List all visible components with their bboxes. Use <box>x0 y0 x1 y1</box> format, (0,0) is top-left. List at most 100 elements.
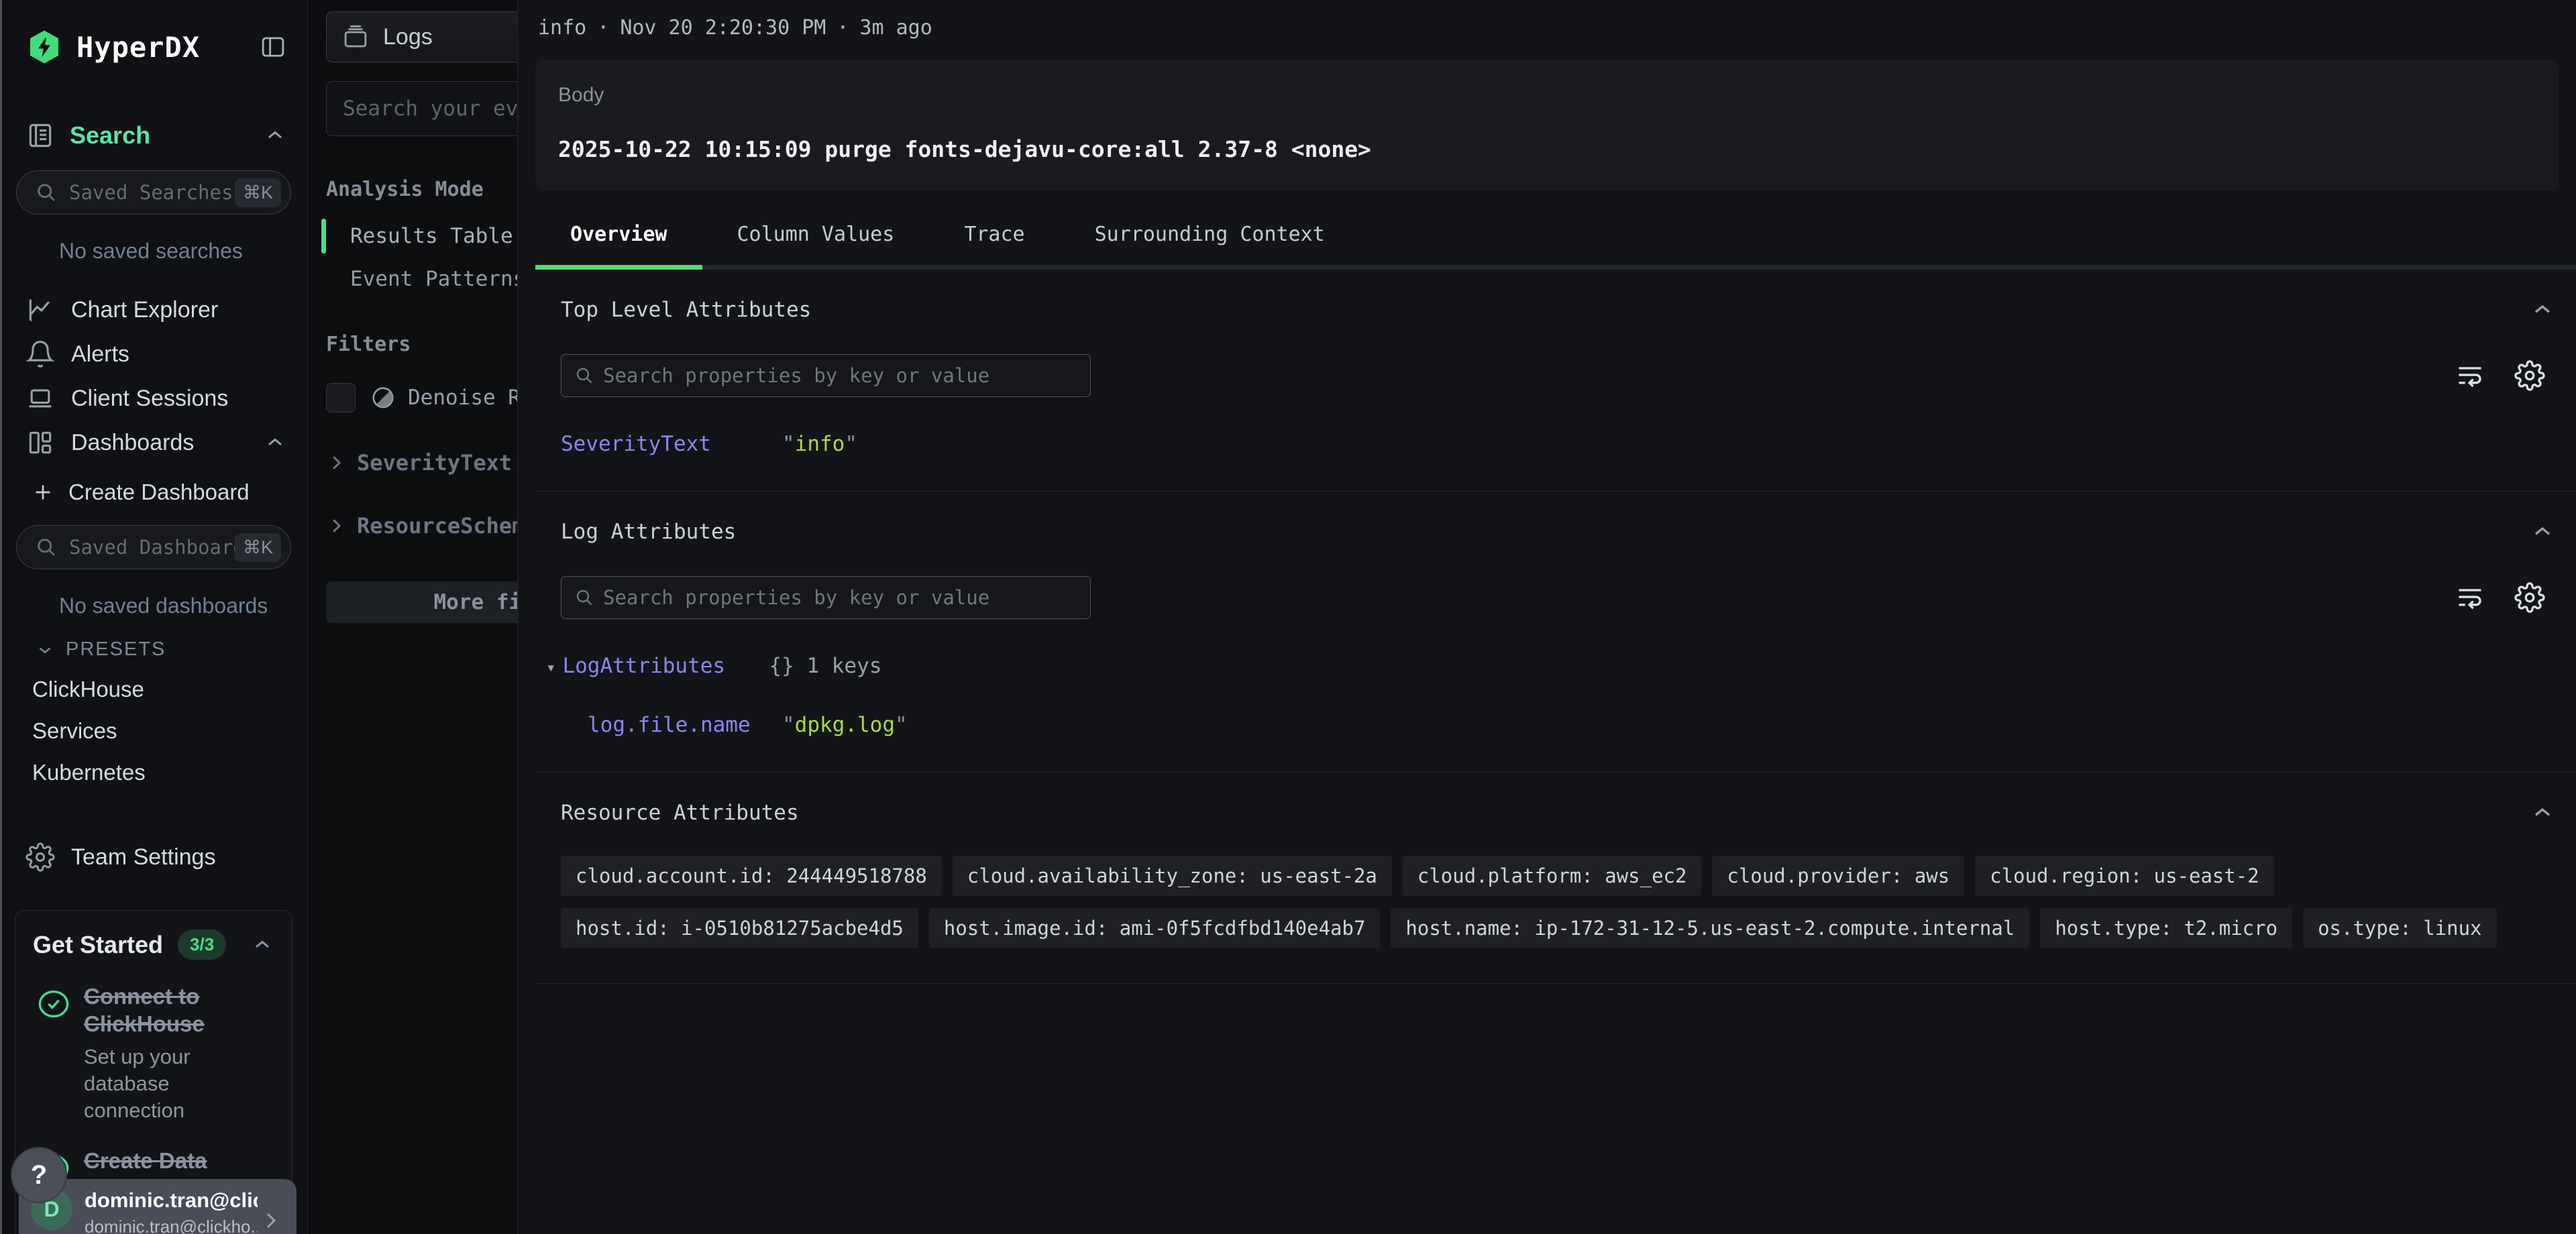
dashboard-icon <box>25 428 55 457</box>
sidebar-item-alerts[interactable]: Alerts <box>0 332 307 376</box>
resource-chip[interactable]: cloud.availability_zone: us-east-2a <box>953 856 1392 896</box>
tab-trace[interactable]: Trace <box>929 223 1059 265</box>
denoise-results-row[interactable]: Denoise Results <box>326 383 517 412</box>
attribute-value[interactable]: "dpkg.log" <box>782 713 908 737</box>
resource-chip[interactable]: cloud.provider: aws <box>1712 856 1964 896</box>
event-meta-line: info · Nov 20 2:20:30 PM · 3m ago <box>535 16 2576 40</box>
sidebar-header: HyperDX <box>0 25 307 68</box>
denoise-checkbox[interactable] <box>326 383 356 412</box>
shortcut-badge: ⌘K <box>235 178 281 207</box>
event-search-input[interactable] <box>343 97 517 121</box>
saved-searches-input[interactable] <box>69 181 235 204</box>
search-nav-icon <box>25 121 55 150</box>
attribute-key[interactable]: SeverityText <box>561 432 782 456</box>
gear-icon[interactable] <box>2514 582 2545 613</box>
tab-column-values[interactable]: Column Values <box>702 223 930 265</box>
meta-separator: · <box>837 16 849 40</box>
body-label: Body <box>558 84 2536 107</box>
collapse-sidebar-icon[interactable] <box>259 33 287 61</box>
attribute-key[interactable]: LogAttributes <box>562 654 769 678</box>
saved-searches-searchbox[interactable]: ⌘K <box>16 170 291 215</box>
attribute-row: SeverityText "info" <box>561 432 2556 456</box>
filters-label: Filters <box>326 333 517 356</box>
mode-event-patterns[interactable]: Event Patterns <box>350 267 517 291</box>
wrap-lines-icon[interactable] <box>2455 583 2485 612</box>
tab-surrounding-context[interactable]: Surrounding Context <box>1060 223 1360 265</box>
sidebar-item-dashboards[interactable]: Dashboards <box>0 420 307 465</box>
resource-chip[interactable]: cloud.platform: aws_ec2 <box>1403 856 1702 896</box>
preset-kubernetes[interactable]: Kubernetes <box>0 744 307 785</box>
resource-chip[interactable]: host.id: i-0510b81275acbe4d5 <box>561 908 918 948</box>
section-top-level-attributes: Top Level Attributes <box>535 270 2576 492</box>
wrap-lines-icon[interactable] <box>2455 361 2485 390</box>
filter-group-resourceschemaurl[interactable]: ResourceSchemaUrl <box>326 513 517 539</box>
chevron-up-icon[interactable] <box>2529 296 2556 323</box>
help-button[interactable]: ? <box>12 1148 66 1202</box>
detail-tabs: Overview Column Values Trace Surrounding… <box>535 223 2576 270</box>
get-started-header[interactable]: Get Started 3/3 <box>33 930 274 960</box>
property-searchbox[interactable] <box>561 576 1091 619</box>
section-title: Resource Attributes <box>561 801 799 825</box>
chevron-up-icon[interactable] <box>2529 799 2556 826</box>
sidebar-item-client-sessions[interactable]: Client Sessions <box>0 376 307 420</box>
check-circle-icon <box>33 983 74 1124</box>
filter-group-label: SeverityText <box>357 450 512 475</box>
resource-chip[interactable]: host.name: ip-172-31-12-5.us-east-2.comp… <box>1391 908 2029 948</box>
source-select[interactable]: Logs <box>326 11 517 62</box>
resource-chip[interactable]: cloud.region: us-east-2 <box>1975 856 2274 896</box>
resource-chip[interactable]: host.type: t2.micro <box>2040 908 2292 948</box>
get-started-step-connect[interactable]: Connect to ClickHouse Set up your databa… <box>33 983 274 1124</box>
gear-icon[interactable] <box>2514 360 2545 391</box>
search-nav-label: Search <box>70 121 150 150</box>
search-icon <box>574 587 595 608</box>
denoise-label: Denoise Results <box>408 386 517 410</box>
search-filter-column: Logs Analysis Mode Results Table Event P… <box>308 0 517 1234</box>
denoise-icon <box>370 385 396 410</box>
more-filters-button[interactable]: More filters <box>326 581 517 623</box>
sidebar: HyperDX Search ⌘K No saved searches <box>0 0 308 1234</box>
sidebar-item-search[interactable]: Search <box>0 121 307 150</box>
preset-clickhouse[interactable]: ClickHouse <box>0 661 307 702</box>
event-detail-panel: info · Nov 20 2:20:30 PM · 3m ago Body 2… <box>517 0 2576 1234</box>
laptop-icon <box>25 384 55 413</box>
property-search-input[interactable] <box>603 364 1078 387</box>
presets-toggle[interactable]: PRESETS <box>0 618 307 661</box>
tab-overview[interactable]: Overview <box>535 223 702 265</box>
meta-separator: · <box>597 16 609 40</box>
create-dashboard-button[interactable]: Create Dashboard <box>0 465 307 505</box>
chevron-up-icon[interactable] <box>250 933 274 957</box>
preset-services[interactable]: Services <box>0 702 307 744</box>
saved-dashboards-searchbox[interactable]: ⌘K <box>16 525 291 569</box>
property-searchbox[interactable] <box>561 354 1091 397</box>
mode-results-table[interactable]: Results Table <box>350 224 517 248</box>
no-saved-dashboards-text: No saved dashboards <box>0 569 307 618</box>
chevron-up-icon[interactable] <box>263 123 287 148</box>
sidebar-item-chart-explorer[interactable]: Chart Explorer <box>0 288 307 332</box>
property-search-input[interactable] <box>603 586 1078 609</box>
attribute-meta: {} 1 keys <box>769 654 881 678</box>
attribute-key[interactable]: log.file.name <box>588 713 782 737</box>
section-log-attributes: Log Attributes <box>535 492 2576 773</box>
resource-chip[interactable]: os.type: linux <box>2303 908 2496 948</box>
sidebar-nav: Chart Explorer Alerts Client Sessions Da… <box>0 288 307 465</box>
sidebar-item-label: Client Sessions <box>71 386 228 412</box>
sidebar-item-label: Alerts <box>71 341 129 368</box>
resource-chip[interactable]: host.image.id: ami-0f5fcdfbd140e4ab7 <box>929 908 1381 948</box>
attribute-value[interactable]: "info" <box>782 432 857 456</box>
shortcut-badge: ⌘K <box>235 533 281 562</box>
filter-group-severitytext[interactable]: SeverityText <box>326 450 517 475</box>
chevron-up-icon[interactable] <box>2529 518 2556 545</box>
sidebar-item-team-settings[interactable]: Team Settings <box>0 835 307 879</box>
attribute-tree-root: ▾ LogAttributes {} 1 keys <box>561 654 2556 678</box>
create-dashboard-label: Create Dashboard <box>68 480 250 505</box>
resource-chip-list: cloud.account.id: 244449518788 cloud.ava… <box>561 856 2556 948</box>
section-resource-attributes: Resource Attributes cloud.account.id: 24… <box>535 773 2576 984</box>
get-started-progress-badge: 3/3 <box>178 930 226 960</box>
event-search-box[interactable] <box>326 81 517 136</box>
resource-chip[interactable]: cloud.account.id: 244449518788 <box>561 856 942 896</box>
sidebar-item-label: Dashboards <box>71 430 194 456</box>
saved-dashboards-input[interactable] <box>69 536 235 559</box>
tree-caret-icon[interactable]: ▾ <box>546 658 555 678</box>
chevron-up-icon[interactable] <box>263 431 287 455</box>
search-icon <box>34 535 58 559</box>
